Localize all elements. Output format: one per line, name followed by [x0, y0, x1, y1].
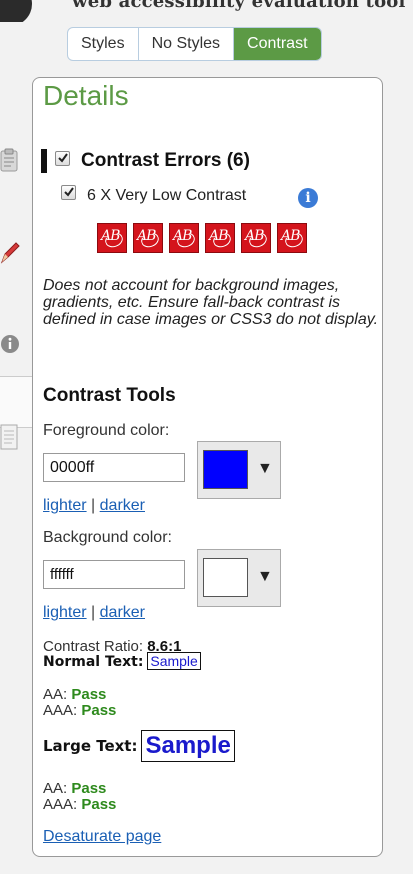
- dropdown-caret-icon: ▼: [257, 460, 273, 477]
- tab-no-styles[interactable]: No Styles: [139, 28, 235, 60]
- normal-aaa-result: AAA: Pass: [43, 702, 117, 719]
- large-aa-result: AA: Pass: [43, 780, 107, 797]
- large-text-row: Large Text: Sample: [43, 730, 235, 762]
- tab-styles[interactable]: Styles: [68, 28, 139, 60]
- contrast-error-icon[interactable]: AB: [241, 223, 271, 253]
- foreground-color-picker[interactable]: ▼: [197, 441, 281, 499]
- normal-text-sample: Sample: [147, 652, 201, 670]
- foreground-swatch: [203, 450, 248, 489]
- contrast-error-icon[interactable]: AB: [97, 223, 127, 253]
- foreground-darker-link[interactable]: darker: [100, 497, 145, 514]
- normal-text-row: Normal Text: Sample: [43, 652, 201, 670]
- background-note: Does not account for background images, …: [43, 277, 379, 328]
- very-low-contrast-label: 6 X Very Low Contrast: [87, 187, 247, 204]
- background-color-input[interactable]: [43, 560, 185, 589]
- background-adjust-links: lighter | darker: [43, 604, 145, 621]
- wave-logo-icon: [0, 0, 32, 22]
- foreground-lighter-link[interactable]: lighter: [43, 497, 87, 514]
- tab-contrast[interactable]: Contrast: [234, 28, 321, 60]
- very-low-contrast-checkbox[interactable]: [61, 185, 76, 200]
- large-text-sample: Sample: [141, 730, 235, 762]
- panel-title: Details: [43, 80, 129, 111]
- checkmark-icon: [58, 153, 68, 163]
- large-aaa-result: AAA: Pass: [43, 796, 117, 813]
- normal-aa-result: AA: Pass: [43, 686, 107, 703]
- info-icon[interactable]: i: [298, 188, 318, 208]
- foreground-color-label: Foreground color:: [43, 422, 170, 439]
- contrast-error-icon[interactable]: AB: [169, 223, 199, 253]
- checkmark-icon: [64, 187, 74, 197]
- view-tabs: Styles No Styles Contrast: [67, 27, 322, 61]
- desaturate-page-link[interactable]: Desaturate page: [43, 828, 161, 846]
- contrast-error-icon[interactable]: AB: [205, 223, 235, 253]
- active-sidebar-tab[interactable]: [0, 376, 32, 428]
- clipboard-icon[interactable]: [0, 148, 18, 172]
- dropdown-caret-icon: ▼: [257, 568, 273, 585]
- contrast-error-icon[interactable]: AB: [133, 223, 163, 253]
- info-circle-icon[interactable]: [0, 334, 20, 354]
- document-icon[interactable]: [0, 424, 18, 450]
- background-color-label: Background color:: [43, 529, 172, 546]
- background-darker-link[interactable]: darker: [100, 604, 145, 621]
- background-color-picker[interactable]: ▼: [197, 549, 281, 607]
- header: web accessibility evaluation tool: [0, 0, 413, 22]
- contrast-errors-checkbox[interactable]: [55, 151, 70, 166]
- foreground-color-input[interactable]: [43, 453, 185, 482]
- pencil-icon[interactable]: [0, 240, 20, 264]
- background-swatch: [203, 558, 248, 597]
- error-marker: [41, 149, 47, 173]
- app-title: web accessibility evaluation tool: [72, 0, 406, 12]
- contrast-errors-heading: Contrast Errors (6): [81, 150, 250, 171]
- contrast-error-icons: AB AB AB AB AB AB: [97, 223, 307, 253]
- background-lighter-link[interactable]: lighter: [43, 604, 87, 621]
- contrast-error-icon[interactable]: AB: [277, 223, 307, 253]
- contrast-tools-heading: Contrast Tools: [43, 385, 176, 406]
- foreground-adjust-links: lighter | darker: [43, 497, 145, 514]
- details-panel: Details Contrast Errors (6) 6 X Very Low…: [32, 77, 383, 857]
